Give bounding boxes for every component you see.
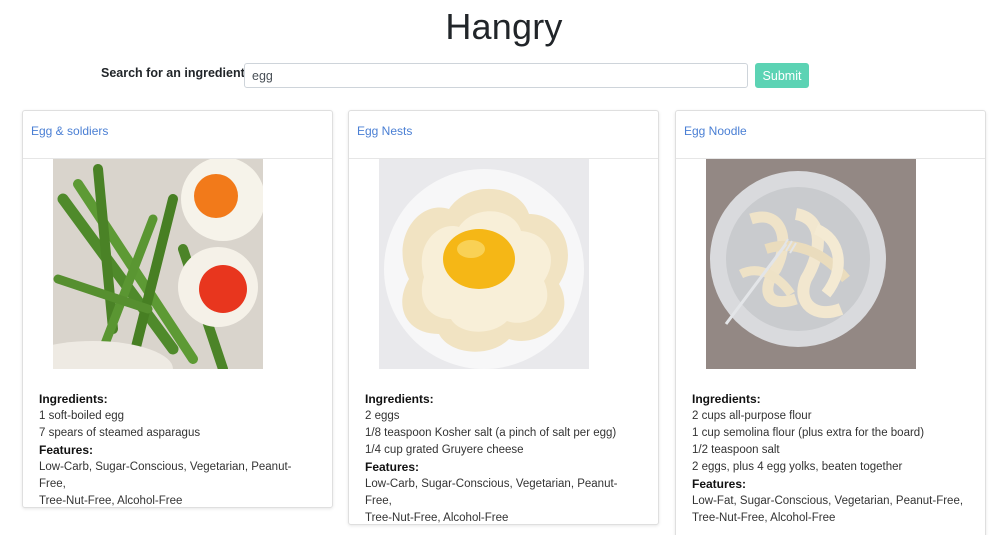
ingredient-item: 2 eggs — [365, 410, 400, 422]
ingredient-item: 1 soft-boiled egg — [39, 410, 125, 422]
card-header: Egg Noodle — [676, 111, 985, 159]
page-title: Hangry — [445, 6, 563, 47]
recipe-card-egg-nests: Egg Nests Ingredients: 2 eggs 1/8 teaspo… — [348, 110, 659, 525]
recipe-image — [23, 159, 332, 369]
features-text: Tree-Nut-Free, Alcohol-Free — [692, 512, 836, 524]
search-label: Search for an ingredient: — [101, 66, 249, 80]
features-heading: Features: — [39, 443, 94, 457]
recipe-details: Ingredients: 2 cups all-purpose flour 1 … — [676, 369, 985, 535]
recipe-image — [349, 159, 658, 369]
features-text: Low-Carb, Sugar-Conscious, Vegetarian, P… — [39, 461, 292, 490]
card-header: Egg Nests — [349, 111, 658, 159]
features-text: Low-Carb, Sugar-Conscious, Vegetarian, P… — [365, 478, 618, 507]
recipe-details: Ingredients: 2 eggs 1/8 teaspoon Kosher … — [349, 369, 658, 535]
ingredients-heading: Ingredients: — [365, 392, 434, 406]
recipe-details: Ingredients: 1 soft-boiled egg 7 spears … — [23, 369, 332, 524]
ingredient-item: 1/4 cup grated Gruyere cheese — [365, 444, 524, 456]
ingredient-item: 1/8 teaspoon Kosher salt (a pinch of sal… — [365, 427, 617, 439]
features-heading: Features: — [365, 460, 420, 474]
ingredient-item: 1 cup semolina flour (plus extra for the… — [692, 427, 925, 439]
features-heading: Features: — [692, 477, 747, 491]
recipe-link[interactable]: Egg Nests — [357, 124, 412, 138]
features-text: Tree-Nut-Free, Alcohol-Free — [39, 495, 183, 507]
features-text: Low-Fat, Sugar-Conscious, Vegetarian, Pe… — [692, 495, 964, 507]
search-input[interactable] — [244, 63, 748, 88]
recipe-link[interactable]: Egg Noodle — [684, 124, 747, 138]
ingredient-item: 2 cups all-purpose flour — [692, 410, 812, 422]
card-header: Egg & soldiers — [23, 111, 332, 159]
submit-button[interactable]: Submit — [755, 63, 809, 88]
ingredients-heading: Ingredients: — [692, 392, 761, 406]
ingredients-heading: Ingredients: — [39, 392, 108, 406]
recipe-card-egg-noodle: Egg Noodle Ingredients: 2 cups all-purpo… — [675, 110, 986, 535]
ingredient-item: 1/2 teaspoon salt — [692, 444, 780, 456]
features-text: Tree-Nut-Free, Alcohol-Free — [365, 512, 509, 524]
recipe-link[interactable]: Egg & soldiers — [31, 124, 108, 138]
recipe-card-egg-soldiers: Egg & soldiers Ingredients: 1 soft-boile… — [22, 110, 333, 508]
recipe-image — [676, 159, 985, 369]
search-form: Search for an ingredient: Submit — [0, 62, 1008, 90]
ingredient-item: 7 spears of steamed asparagus — [39, 427, 201, 439]
ingredient-item: 2 eggs, plus 4 egg yolks, beaten togethe… — [692, 461, 903, 473]
